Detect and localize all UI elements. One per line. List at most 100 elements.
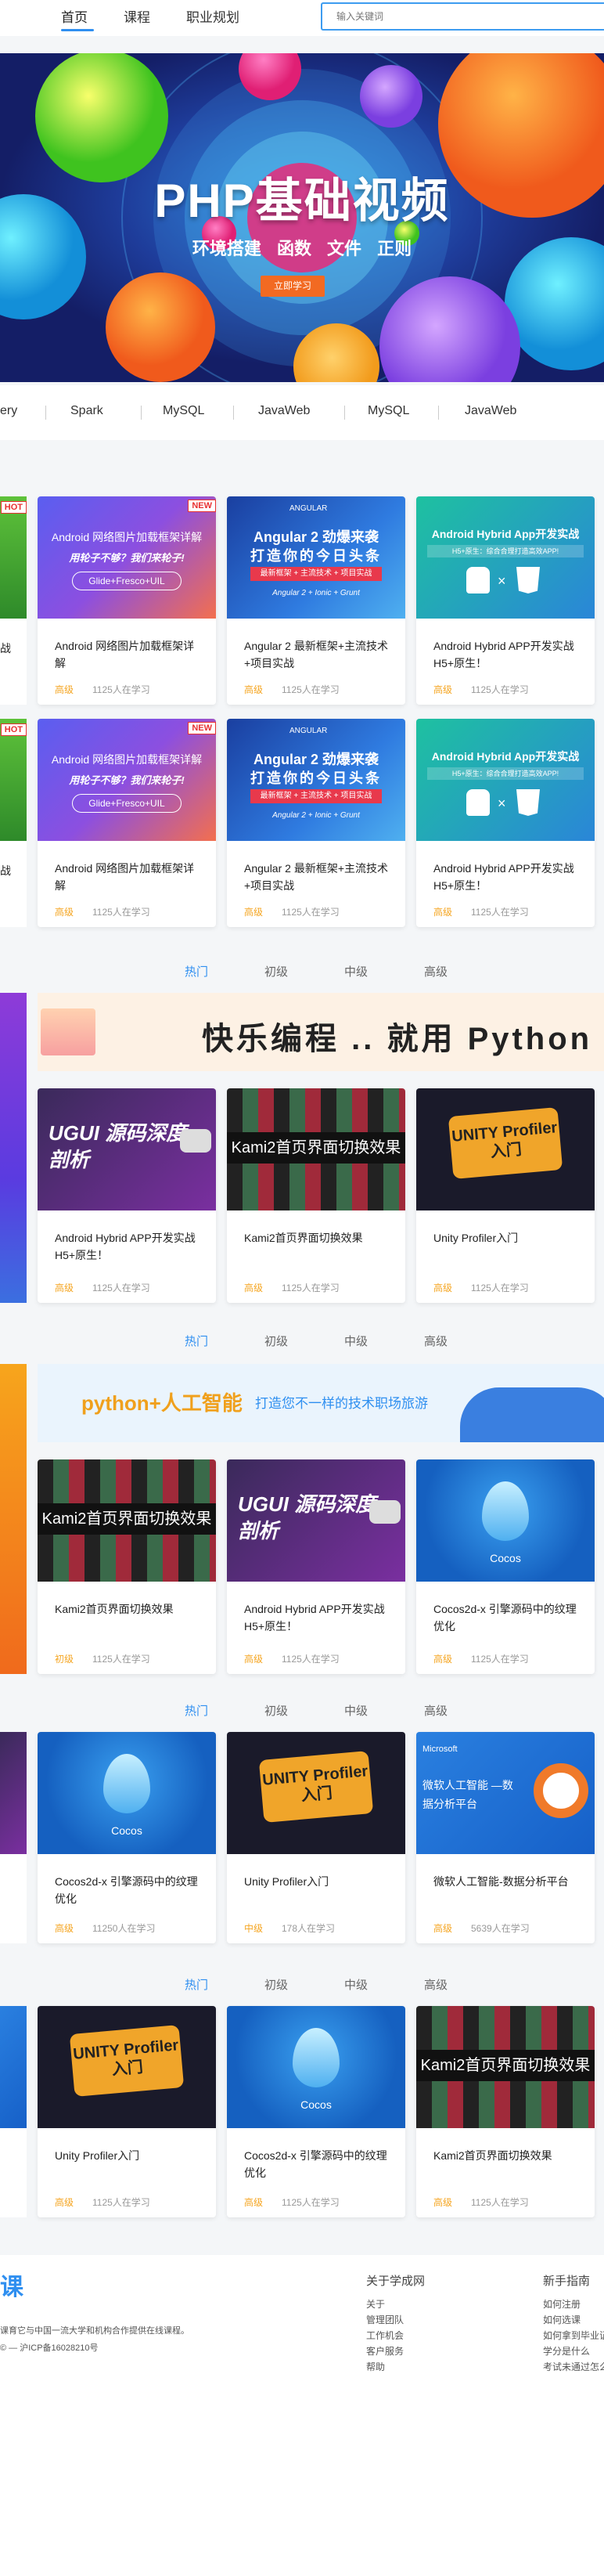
tab-advanced[interactable]: 高级	[424, 1702, 448, 1719]
course-card[interactable]: Cocos Cocos2d-x 引擎源码中的纹理优化 高级 1125人在学习	[227, 2006, 405, 2217]
banner-learn-button[interactable]: 立即学习	[261, 276, 325, 297]
tab-beginner[interactable]: 初级	[264, 1976, 288, 1993]
course-card[interactable]: NEW Android 网络图片加载框架详解 用轮子不够？我们来轮子! Glid…	[38, 496, 216, 705]
tab-hot[interactable]: 热门	[185, 1702, 208, 1719]
course-title[interactable]: Angular 2 最新框架+主流技术+项目实战	[244, 637, 393, 672]
footer-link[interactable]: 如何注册	[543, 2297, 581, 2311]
course-title[interactable]: Android Hybrid APP开发实战 H5+原生！	[55, 1229, 203, 1264]
banner-subtitle: 环境搭建 函数 文件 正则	[192, 239, 412, 258]
hero-banner[interactable]: PHP基础视频 环境搭建 函数 文件 正则 立即学习	[0, 53, 604, 382]
learner-count: 1125人在学习	[92, 907, 150, 918]
thumb-tag: Glide+Fresco+UIL	[72, 572, 182, 590]
promo-text: python+人工智能	[81, 1391, 243, 1415]
course-title[interactable]: Cocos2d-x 引擎源码中的纹理优化	[433, 1600, 582, 1635]
course-title[interactable]: Android Hybrid APP开发实战 H5+原生！	[244, 1600, 393, 1635]
tab-hot[interactable]: 热门	[185, 1333, 208, 1349]
category-item[interactable]: JavaWeb	[258, 404, 310, 418]
footer-link[interactable]: 学分是什么	[543, 2344, 590, 2358]
partial-card-left[interactable]: HOT 战	[0, 496, 27, 705]
course-title[interactable]: Unity Profiler入门	[433, 1229, 582, 1247]
course-title[interactable]: Android 网络图片加载框架详解	[55, 860, 203, 894]
tab-intermediate[interactable]: 中级	[344, 1976, 368, 1993]
course-card[interactable]: UNITY Profiler 入门 Unity Profiler入门 高级 11…	[38, 2006, 216, 2217]
footer-link[interactable]: 管理团队	[366, 2313, 404, 2326]
course-title[interactable]: Unity Profiler入门	[55, 2147, 203, 2164]
promo-strip-python[interactable]: 快乐编程 .. 就用 Python	[38, 993, 604, 1071]
tab-beginner[interactable]: 初级	[264, 1702, 288, 1719]
tab-advanced[interactable]: 高级	[424, 963, 448, 980]
course-card[interactable]: Android Hybrid App开发实战 H5+原生：综合合理打造高效APP…	[416, 719, 595, 927]
times-icon: ×	[498, 573, 506, 589]
category-item[interactable]: MySQL	[368, 404, 409, 418]
course-title[interactable]: 微软人工智能-数据分析平台	[433, 1873, 582, 1890]
tab-intermediate[interactable]: 中级	[344, 963, 368, 980]
course-title[interactable]: Android 网络图片加载框架详解	[55, 637, 203, 672]
category-item[interactable]: ery	[0, 404, 17, 418]
course-card[interactable]: UNITY Profiler 入门 Unity Profiler入门 中级 17…	[227, 1732, 405, 1943]
course-title[interactable]: Angular 2 最新框架+主流技术+项目实战	[244, 860, 393, 894]
nav-item-home[interactable]: 首页	[61, 6, 88, 26]
category-item[interactable]: JavaWeb	[465, 404, 516, 418]
search-box[interactable]	[321, 2, 604, 31]
course-card[interactable]: Microsoft 微软人工智能 —数据分析平台 微软人工智能-数据分析平台 高…	[416, 1732, 595, 1943]
thumb-tag: H5+原生：综合合理打造高效APP!	[427, 767, 584, 780]
course-title[interactable]: Android Hybrid APP开发实战 H5+原生！	[433, 860, 582, 894]
nav-item-career[interactable]: 职业规划	[186, 6, 239, 26]
course-title[interactable]: Unity Profiler入门	[244, 1873, 393, 1890]
tab-hot[interactable]: 热门	[185, 1976, 208, 1993]
learner-count: 1125人在学习	[282, 907, 340, 918]
nav-item-courses[interactable]: 课程	[124, 6, 150, 26]
partial-card-left[interactable]	[0, 1732, 27, 1943]
cocos-drop-icon	[103, 1754, 150, 1813]
course-card[interactable]: UGUI 源码深度剖析 Android Hybrid APP开发实战 H5+原生…	[38, 1088, 216, 1303]
course-level: 高级	[433, 2197, 453, 2208]
course-thumbnail: Microsoft 微软人工智能 —数据分析平台	[416, 1732, 595, 1854]
course-card[interactable]: Kami2首页界面切换效果 Kami2首页界面切换效果 初级 1125人在学习	[38, 1459, 216, 1674]
footer-link[interactable]: 如何拿到毕业证	[543, 2329, 604, 2342]
search-input[interactable]	[322, 4, 604, 29]
footer-link[interactable]: 如何选课	[543, 2313, 581, 2326]
tab-advanced[interactable]: 高级	[424, 1976, 448, 1993]
footer-col-title: 新手指南	[543, 2275, 591, 2288]
learner-count: 178人在学习	[282, 1923, 336, 1934]
footer-link[interactable]: 工作机会	[366, 2329, 404, 2342]
thumb-text: Android Hybrid App开发实战	[431, 528, 580, 540]
course-title[interactable]: Cocos2d-x 引擎源码中的纹理优化	[55, 1873, 203, 1907]
partial-card-left[interactable]: HOT 战	[0, 719, 27, 927]
partial-card-title: 战	[0, 642, 11, 655]
footer-link[interactable]: 考试未通过怎么	[543, 2360, 604, 2373]
course-card[interactable]: Cocos Cocos2d-x 引擎源码中的纹理优化 高级 1125人在学习	[416, 1459, 595, 1674]
course-card[interactable]: ANGULAR Angular 2 劲爆来袭 打造你的今日头条 最新框架 + 主…	[227, 719, 405, 927]
footer-link[interactable]: 帮助	[366, 2360, 385, 2373]
footer-link[interactable]: 关于	[366, 2297, 385, 2311]
course-card[interactable]: UNITY Profiler 入门 Unity Profiler入门 高级 11…	[416, 1088, 595, 1303]
tab-beginner[interactable]: 初级	[264, 963, 288, 980]
tab-intermediate[interactable]: 中级	[344, 1333, 368, 1349]
learner-count: 1125人在学习	[92, 1283, 150, 1293]
footer-link[interactable]: 客户服务	[366, 2344, 404, 2358]
category-item[interactable]: MySQL	[163, 404, 204, 418]
thumb-text: UNITY Profiler 入门	[258, 1751, 374, 1823]
course-card[interactable]: NEW Android 网络图片加载框架详解 用轮子不够？我们来轮子! Glid…	[38, 719, 216, 927]
course-card[interactable]: Kami2首页界面切换效果 Kami2首页界面切换效果 高级 1125人在学习	[227, 1088, 405, 1303]
course-title[interactable]: Kami2首页界面切换效果	[55, 1600, 203, 1618]
course-title[interactable]: Kami2首页界面切换效果	[433, 2147, 582, 2164]
course-title[interactable]: Cocos2d-x 引擎源码中的纹理优化	[244, 2147, 393, 2181]
tab-intermediate[interactable]: 中级	[344, 1702, 368, 1719]
tab-beginner[interactable]: 初级	[264, 1333, 288, 1349]
promo-subtext: 打造您不一样的技术职场旅游	[255, 1396, 428, 1411]
course-title[interactable]: Kami2首页界面切换效果	[244, 1229, 393, 1247]
tab-hot[interactable]: 热门	[185, 963, 208, 980]
course-card[interactable]: Cocos Cocos2d-x 引擎源码中的纹理优化 高级 11250人在学习	[38, 1732, 216, 1943]
partial-card-left[interactable]	[0, 2006, 27, 2217]
course-card[interactable]: Kami2首页界面切换效果 Kami2首页界面切换效果 高级 1125人在学习	[416, 2006, 595, 2217]
learner-count: 5639人在学习	[471, 1923, 530, 1934]
thumb-text: Cocos	[490, 1552, 521, 1564]
course-card[interactable]: Android Hybrid App开发实战 H5+原生：综合合理打造高效APP…	[416, 496, 595, 705]
promo-strip-ai[interactable]: python+人工智能 打造您不一样的技术职场旅游	[38, 1364, 604, 1442]
category-item[interactable]: Spark	[70, 404, 103, 418]
course-card[interactable]: UGUI 源码深度剖析 Android Hybrid APP开发实战 H5+原生…	[227, 1459, 405, 1674]
course-card[interactable]: ANGULAR Angular 2 劲爆来袭 打造你的今日头条 最新框架 + 主…	[227, 496, 405, 705]
course-title[interactable]: Android Hybrid APP开发实战 H5+原生！	[433, 637, 582, 672]
tab-advanced[interactable]: 高级	[424, 1333, 448, 1349]
